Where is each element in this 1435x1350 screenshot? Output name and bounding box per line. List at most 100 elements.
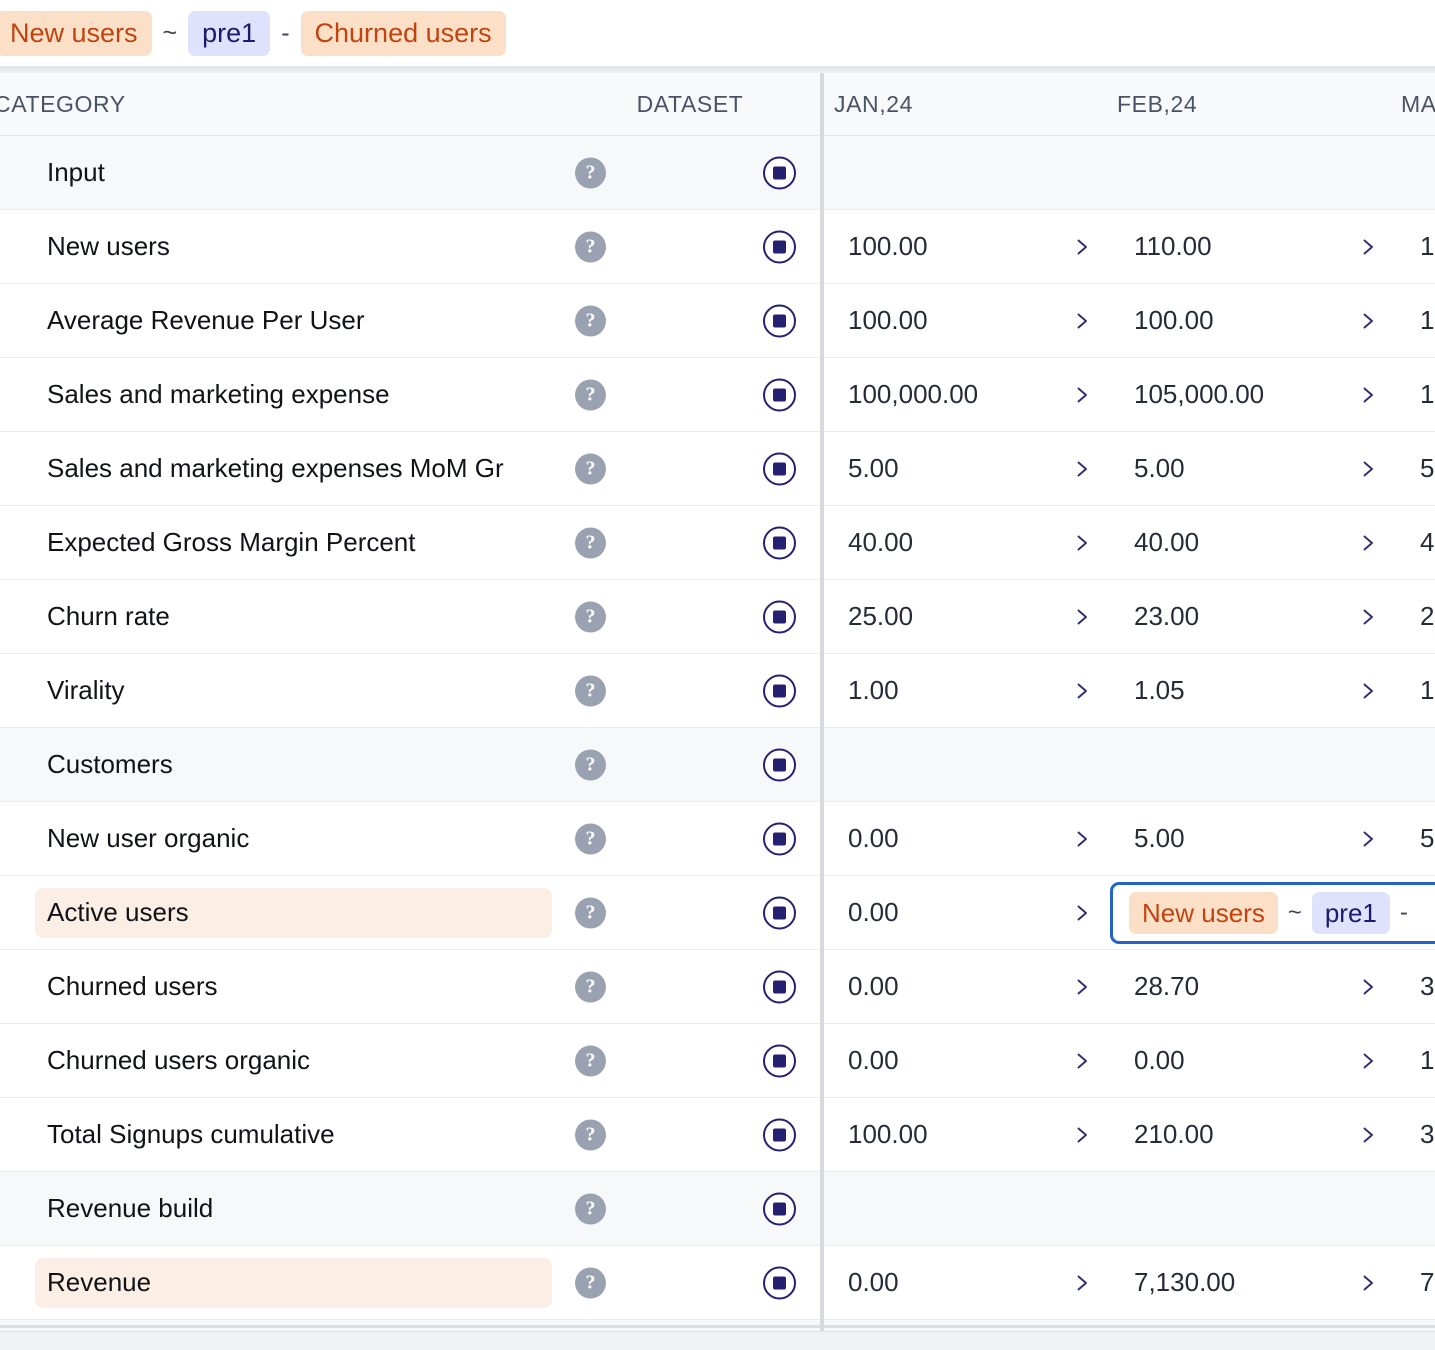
row-category-cell[interactable]: Revenue build: [0, 1172, 552, 1245]
grid-section-row[interactable]: Revenue build?: [0, 1172, 1435, 1246]
value-cell-jan[interactable]: 0.00: [824, 1024, 1110, 1097]
value-cell-mar[interactable]: 5: [1396, 432, 1435, 505]
formula-reference-token[interactable]: New users: [0, 10, 152, 56]
help-icon[interactable]: ?: [575, 1267, 606, 1298]
value-cell-mar[interactable]: 3: [1396, 1098, 1435, 1171]
record-icon[interactable]: [763, 748, 796, 781]
row-category-cell[interactable]: Average Revenue Per User: [0, 284, 552, 357]
row-category-cell[interactable]: Expected Gross Margin Percent: [0, 506, 552, 579]
chevron-right-icon[interactable]: [1072, 681, 1092, 701]
column-header-dataset[interactable]: DATASET: [560, 73, 820, 136]
value-cell-jan[interactable]: 5.00: [824, 432, 1110, 505]
value-cell-mar[interactable]: 1: [1396, 284, 1435, 357]
row-category-cell[interactable]: Churned users organic: [0, 1024, 552, 1097]
grid-row[interactable]: Sales and marketing expense? 100,000.00 10…: [0, 358, 1435, 432]
value-cell-mar[interactable]: 1: [1396, 1024, 1435, 1097]
value-cell-jan[interactable]: 0.00: [824, 950, 1110, 1023]
value-cell-mar[interactable]: 5: [1396, 802, 1435, 875]
record-icon[interactable]: [763, 452, 796, 485]
formula-reference-token[interactable]: New users: [1129, 892, 1278, 934]
value-cell-jan[interactable]: 25.00: [824, 580, 1110, 653]
chevron-right-icon[interactable]: [1072, 1273, 1092, 1293]
record-icon[interactable]: [763, 1118, 796, 1151]
grid-row[interactable]: Active users? 0.00 New users ~ pre1-: [0, 876, 1435, 950]
row-category-cell[interactable]: Churn rate: [0, 580, 552, 653]
chevron-right-icon[interactable]: [1358, 237, 1378, 257]
record-icon[interactable]: [763, 304, 796, 337]
value-cell-jan[interactable]: 40.00: [824, 506, 1110, 579]
chevron-right-icon[interactable]: [1358, 977, 1378, 997]
grid-row[interactable]: Expected Gross Margin Percent? 40.00 40.00…: [0, 506, 1435, 580]
value-cell-feb[interactable]: [1110, 728, 1396, 801]
value-cell-mar[interactable]: 3: [1396, 950, 1435, 1023]
grid-row[interactable]: Churned users organic? 0.00 0.00 1: [0, 1024, 1435, 1098]
help-icon[interactable]: ?: [575, 897, 606, 928]
help-icon[interactable]: ?: [575, 1193, 606, 1224]
chevron-right-icon[interactable]: [1072, 533, 1092, 553]
value-cell-mar[interactable]: [1396, 728, 1435, 801]
cell-formula-editor[interactable]: New users ~ pre1-: [1110, 882, 1435, 944]
chevron-right-icon[interactable]: [1072, 903, 1092, 923]
value-cell-feb[interactable]: 110.00: [1110, 210, 1396, 283]
chevron-right-icon[interactable]: [1358, 1273, 1378, 1293]
formula-operator[interactable]: ~: [152, 19, 189, 48]
record-icon[interactable]: [763, 378, 796, 411]
help-icon[interactable]: ?: [575, 601, 606, 632]
row-category-cell[interactable]: Sales and marketing expenses MoM Gr: [0, 432, 552, 505]
chevron-right-icon[interactable]: [1072, 829, 1092, 849]
chevron-right-icon[interactable]: [1072, 977, 1092, 997]
help-icon[interactable]: ?: [575, 1119, 606, 1150]
formula-bar[interactable]: New users ~ pre1- Churned users: [0, 0, 1435, 66]
value-cell-feb[interactable]: [1110, 136, 1396, 209]
grid-body[interactable]: Input? New users? 100.00 110.00 1 Average Rev…: [0, 136, 1435, 1331]
value-cell-feb[interactable]: 7,130.00: [1110, 1246, 1396, 1319]
record-icon[interactable]: [763, 1044, 796, 1077]
record-icon[interactable]: [763, 526, 796, 559]
record-icon[interactable]: [763, 1192, 796, 1225]
value-cell-feb[interactable]: 40.00: [1110, 506, 1396, 579]
value-cell-feb[interactable]: 0.00: [1110, 1024, 1396, 1097]
chevron-right-icon[interactable]: [1072, 459, 1092, 479]
value-cell-jan[interactable]: [824, 1172, 1110, 1245]
value-cell-feb[interactable]: 28.70: [1110, 950, 1396, 1023]
value-cell-mar[interactable]: 1: [1396, 654, 1435, 727]
chevron-right-icon[interactable]: [1072, 1051, 1092, 1071]
grid-row[interactable]: New user organic? 0.00 5.00 5: [0, 802, 1435, 876]
record-icon[interactable]: [763, 674, 796, 707]
help-icon[interactable]: ?: [575, 231, 606, 262]
value-cell-feb[interactable]: 105,000.00: [1110, 358, 1396, 431]
chevron-right-icon[interactable]: [1358, 311, 1378, 331]
chevron-right-icon[interactable]: [1358, 1125, 1378, 1145]
grid-row[interactable]: Revenue? 0.00 7,130.00 7: [0, 1246, 1435, 1320]
row-category-cell[interactable]: Revenue: [0, 1246, 552, 1319]
chevron-right-icon[interactable]: [1358, 385, 1378, 405]
grid-row[interactable]: Virality? 1.00 1.05 1: [0, 654, 1435, 728]
chevron-right-icon[interactable]: [1072, 311, 1092, 331]
model-grid[interactable]: CATEGORY DATASET JAN,24 FEB,24 MA Input?…: [0, 73, 1435, 1331]
chevron-right-icon[interactable]: [1072, 385, 1092, 405]
row-category-cell[interactable]: Input: [0, 136, 552, 209]
record-icon[interactable]: [763, 600, 796, 633]
value-cell-feb[interactable]: 5.00: [1110, 802, 1396, 875]
help-icon[interactable]: ?: [575, 675, 606, 706]
chevron-right-icon[interactable]: [1072, 1125, 1092, 1145]
row-category-cell[interactable]: New users: [0, 210, 552, 283]
help-icon[interactable]: ?: [575, 157, 606, 188]
value-cell-feb[interactable]: [1110, 1172, 1396, 1245]
value-cell-mar[interactable]: 4: [1396, 506, 1435, 579]
record-icon[interactable]: [763, 970, 796, 1003]
row-category-cell[interactable]: Sales and marketing expense: [0, 358, 552, 431]
frozen-column-divider[interactable]: [820, 73, 824, 1331]
value-cell-jan[interactable]: 100.00: [824, 210, 1110, 283]
row-category-cell[interactable]: Total Signups cumulative: [0, 1098, 552, 1171]
value-cell-jan[interactable]: 0.00: [824, 802, 1110, 875]
formula-variable-token[interactable]: pre1: [1311, 892, 1390, 934]
record-icon[interactable]: [763, 822, 796, 855]
chevron-right-icon[interactable]: [1072, 237, 1092, 257]
help-icon[interactable]: ?: [575, 527, 606, 558]
chevron-right-icon[interactable]: [1072, 607, 1092, 627]
chevron-right-icon[interactable]: [1358, 681, 1378, 701]
value-cell-feb[interactable]: 100.00: [1110, 284, 1396, 357]
value-cell-jan[interactable]: [824, 728, 1110, 801]
row-category-cell[interactable]: Virality: [0, 654, 552, 727]
